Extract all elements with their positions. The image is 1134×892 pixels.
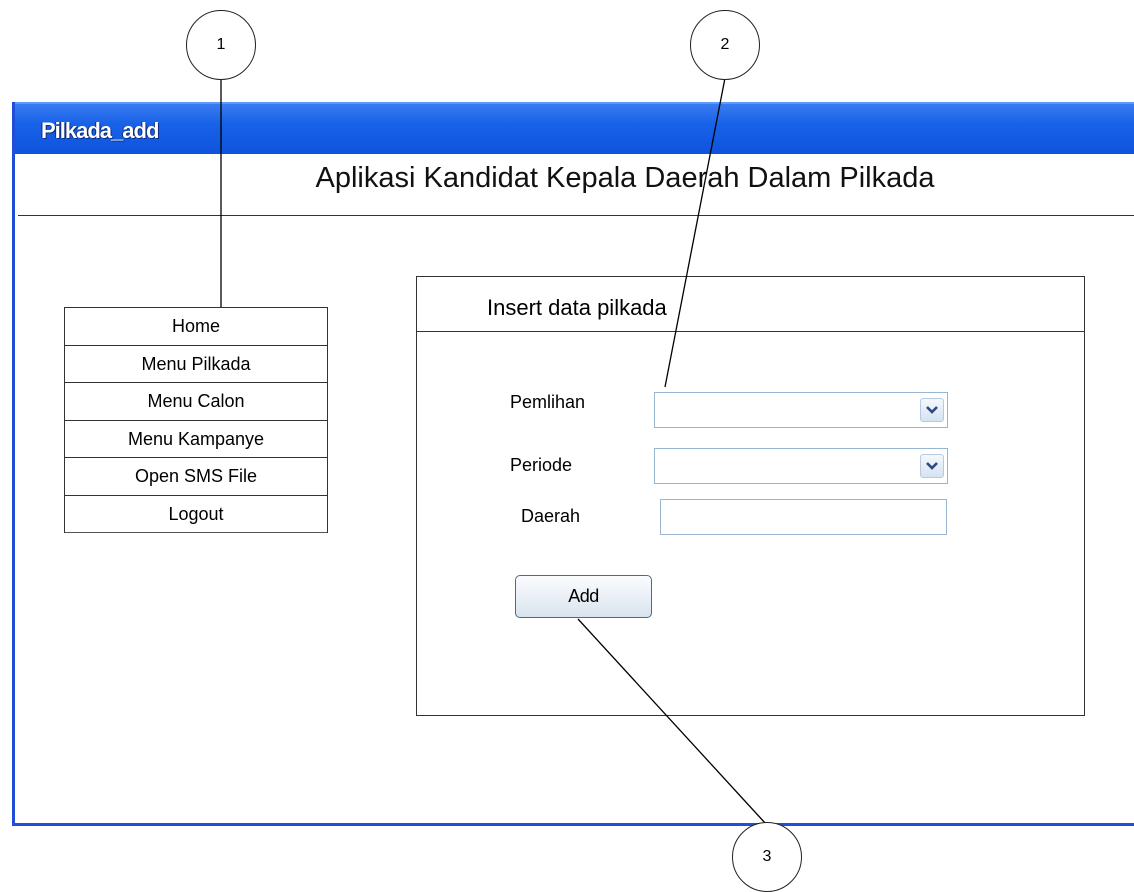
sidebar-item-menu-pilkada[interactable]: Menu Pilkada (65, 346, 327, 383)
page-title: Aplikasi Kandidat Kepala Daerah Dalam Pi… (315, 162, 935, 194)
chevron-down-icon[interactable] (920, 454, 944, 478)
pemilihan-label: Pemlihan (510, 392, 586, 412)
callout-2: 2 (690, 10, 760, 80)
panel-title: Insert data pilkada (487, 295, 667, 320)
add-button[interactable]: Add (515, 575, 652, 618)
callout-1: 1 (186, 10, 256, 80)
periode-select[interactable] (654, 448, 948, 484)
sidebar-item-menu-calon[interactable]: Menu Calon (65, 383, 327, 421)
chevron-down-icon[interactable] (920, 398, 944, 422)
sidebar-item-logout[interactable]: Logout (65, 496, 327, 533)
sidebar-item-open-sms-file[interactable]: Open SMS File (65, 458, 327, 496)
sidebar-menu: Home Menu Pilkada Menu Calon Menu Kampan… (64, 307, 328, 533)
panel-header: Insert data pilkada (417, 277, 1084, 332)
periode-label: Periode (510, 455, 573, 475)
header-divider (18, 215, 1134, 216)
daerah-input[interactable] (660, 499, 947, 535)
sidebar-item-home[interactable]: Home (65, 308, 327, 346)
window-title: Pilkada_add (41, 118, 159, 143)
callout-3: 3 (732, 822, 802, 892)
sidebar-item-menu-kampanye[interactable]: Menu Kampanye (65, 421, 327, 458)
title-bar: Pilkada_add (15, 102, 1134, 154)
pemilihan-select[interactable] (654, 392, 948, 428)
insert-form-panel: Insert data pilkada (416, 276, 1085, 716)
daerah-label: Daerah (521, 506, 581, 526)
